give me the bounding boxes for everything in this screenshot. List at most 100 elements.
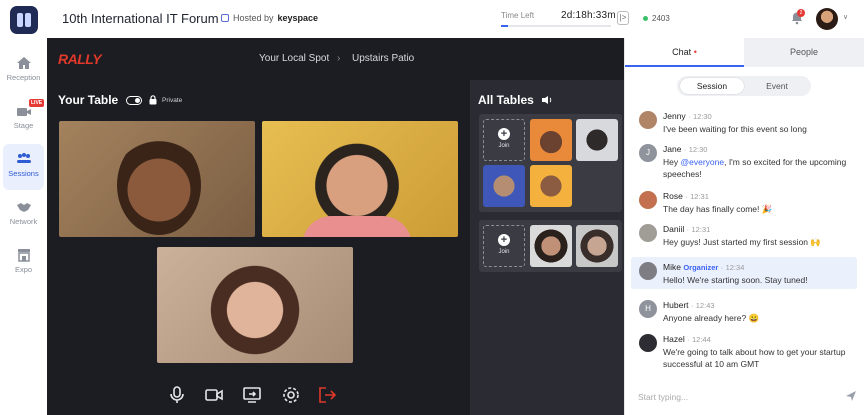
- message-time: 12:31: [691, 225, 711, 234]
- video-tile-participant-1[interactable]: [59, 121, 255, 237]
- chat-input[interactable]: Start typing...: [638, 392, 688, 402]
- time-progress-fill: [501, 25, 508, 27]
- message-author: Mike Organizer · 12:34: [663, 262, 745, 272]
- time-separator: ·: [688, 112, 691, 121]
- message-text: Hey @everyone, I'm so excited for the up…: [663, 157, 847, 179]
- time-separator: ·: [690, 301, 694, 310]
- online-dot-icon: [643, 16, 648, 21]
- table-seat-avatar[interactable]: [576, 225, 618, 267]
- join-label: Join: [498, 249, 510, 255]
- home-icon: [16, 57, 31, 69]
- chevron-down-icon[interactable]: ∨: [843, 13, 848, 21]
- live-badge: LIVE: [29, 99, 45, 107]
- plus-icon: +: [498, 128, 510, 140]
- private-label: Private: [162, 97, 183, 104]
- message-time: 12:31: [690, 192, 709, 201]
- sidebar-item-stage[interactable]: Stage LIVE: [3, 96, 45, 142]
- handshake-icon: [16, 203, 31, 212]
- table-seat-avatar[interactable]: [576, 119, 618, 161]
- sidebar-item-label: Reception: [6, 73, 41, 82]
- sidebar-item-label: Network: [9, 217, 38, 226]
- message-time: 12:44: [691, 335, 711, 344]
- breadcrumb-room: Upstairs Patio: [352, 53, 415, 64]
- message-text: Hello! We're starting soon. Stay tuned!: [663, 275, 808, 285]
- microphone-icon[interactable]: [168, 386, 186, 404]
- time-separator: ·: [687, 335, 690, 344]
- sidebar-item-reception[interactable]: Reception: [3, 48, 44, 94]
- host-info: Hosted by keyspace: [221, 13, 318, 23]
- avatar[interactable]: H: [639, 300, 657, 318]
- your-table-title: Your Table: [58, 93, 119, 107]
- avatar[interactable]: [639, 334, 657, 352]
- host-name[interactable]: keyspace: [278, 13, 319, 23]
- screen-share-icon[interactable]: [243, 386, 261, 404]
- avatar[interactable]: [639, 191, 657, 209]
- speaker-icon[interactable]: [541, 95, 553, 105]
- sidebar-item-network[interactable]: Network: [3, 192, 44, 238]
- tab-chat[interactable]: Chat •: [625, 38, 744, 67]
- join-table-button[interactable]: + Join: [483, 225, 525, 267]
- message-time: 12:34: [725, 263, 745, 272]
- unread-dot: •: [693, 47, 697, 57]
- time-separator: ·: [683, 145, 687, 154]
- time-left-value: 2d:18h:33m: [561, 10, 616, 21]
- leave-icon[interactable]: [318, 386, 336, 404]
- table-seat-avatar[interactable]: [530, 225, 572, 267]
- settings-icon[interactable]: [282, 386, 300, 404]
- video-tile-participant-3[interactable]: [157, 247, 353, 363]
- notification-badge: 2: [797, 9, 805, 17]
- hosted-by-label: Hosted by: [233, 13, 274, 23]
- avatar[interactable]: [639, 224, 657, 242]
- user-avatar[interactable]: [816, 8, 838, 30]
- collapse-panel-button[interactable]: |>: [617, 11, 629, 25]
- lock-icon: [149, 95, 157, 105]
- join-label: Join: [498, 143, 510, 149]
- message-time: 12:30: [688, 145, 708, 154]
- tab-chat-label: Chat: [672, 47, 692, 57]
- event-title: 10th International IT Forum: [62, 11, 219, 26]
- online-count: 2403: [643, 14, 670, 23]
- message-author: Hubert · 12:43: [663, 300, 715, 310]
- join-table-button[interactable]: + Join: [483, 119, 525, 161]
- send-icon[interactable]: [845, 390, 857, 402]
- left-sidebar: Reception Stage LIVE Sessions Network Ex…: [0, 38, 47, 415]
- table-seat-avatar[interactable]: [530, 165, 572, 207]
- mention-link[interactable]: @everyone: [680, 157, 724, 167]
- message-text: Hey guys! Just started my first session …: [663, 237, 821, 247]
- message-author: Rose · 12:31: [663, 191, 709, 201]
- sidebar-item-label: Stage: [13, 121, 34, 130]
- message-author: Hazel · 12:44: [663, 334, 711, 344]
- sidebar-item-sessions[interactable]: Sessions: [3, 144, 44, 190]
- avatar[interactable]: [639, 111, 657, 129]
- avatar[interactable]: J: [639, 144, 657, 162]
- all-tables-title: All Tables: [478, 93, 534, 107]
- host-logo-icon: [221, 14, 229, 22]
- table-card-2: + Join: [479, 220, 622, 272]
- sidebar-item-expo[interactable]: Expo: [3, 240, 44, 286]
- table-seat-avatar[interactable]: [483, 165, 525, 207]
- segment-event[interactable]: Event: [746, 78, 808, 94]
- store-icon: [17, 249, 30, 262]
- people-table-icon: [16, 153, 31, 163]
- app-logo[interactable]: [10, 6, 38, 34]
- table-seat-avatar[interactable]: [530, 119, 572, 161]
- message-text: We're going to talk about how to get you…: [663, 347, 846, 369]
- camera-icon[interactable]: [205, 386, 223, 404]
- breadcrumb-separator: ›: [337, 53, 341, 64]
- message-author: Jane · 12:30: [663, 144, 708, 154]
- time-separator: ·: [720, 263, 724, 272]
- sidebar-item-label: Sessions: [8, 169, 39, 178]
- message-text: The day has finally come! 🎉: [663, 204, 773, 214]
- time-progress-bar: [501, 25, 611, 27]
- avatar[interactable]: [639, 262, 657, 280]
- video-tile-participant-2[interactable]: [262, 121, 458, 237]
- tab-people[interactable]: People: [744, 38, 864, 67]
- private-toggle[interactable]: [126, 96, 142, 105]
- plus-icon: +: [498, 234, 510, 246]
- online-count-value: 2403: [652, 14, 670, 23]
- breadcrumb-location[interactable]: Your Local Spot: [259, 53, 329, 64]
- message-time: 12:30: [692, 112, 712, 121]
- organizer-badge: Organizer: [683, 263, 719, 272]
- segment-session[interactable]: Session: [680, 78, 744, 94]
- time-separator: ·: [685, 192, 688, 201]
